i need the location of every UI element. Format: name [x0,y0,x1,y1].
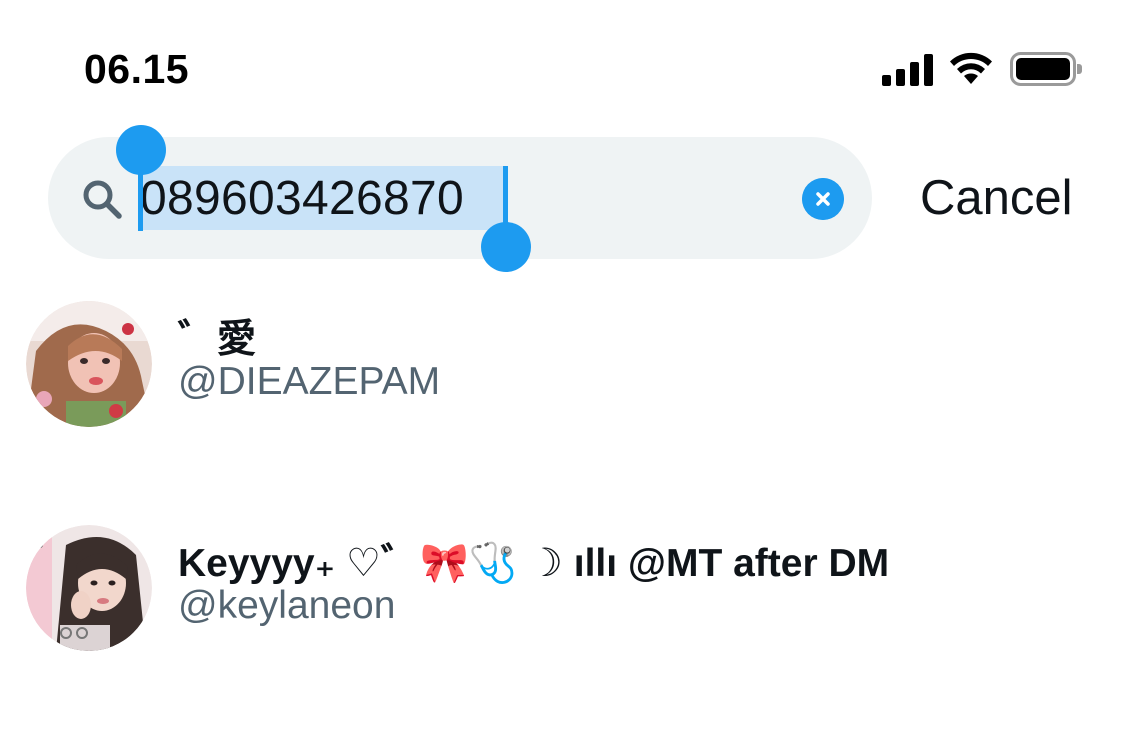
search-input[interactable] [140,167,740,231]
avatar[interactable] [26,525,152,651]
display-name: ゛愛 [178,318,257,361]
selection-handle-start[interactable] [116,125,166,175]
clear-icon[interactable] [802,178,844,220]
cancel-button[interactable]: Cancel [920,170,1073,226]
search-icon [83,180,122,219]
avatar[interactable] [26,301,152,427]
list-item[interactable]: ゛愛 @DIEAZEPAM [0,292,1125,442]
username: @keylaneon [178,584,396,627]
list-item[interactable]: Keyyyy₊ ♡゛🎀🩺 ☽ ıllı @MT after DM @keylan… [0,516,1125,666]
display-name: Keyyyy₊ ♡゛🎀🩺 ☽ ıllı @MT after DM [178,542,890,585]
battery-icon [1010,52,1082,86]
status-time: 06.15 [84,46,190,92]
wifi-icon [950,52,992,84]
status-bar: 06.15 [0,0,1125,120]
cellular-signal-icon [882,54,934,86]
selection-handle-end[interactable] [481,222,531,272]
username: @DIEAZEPAM [178,360,441,403]
